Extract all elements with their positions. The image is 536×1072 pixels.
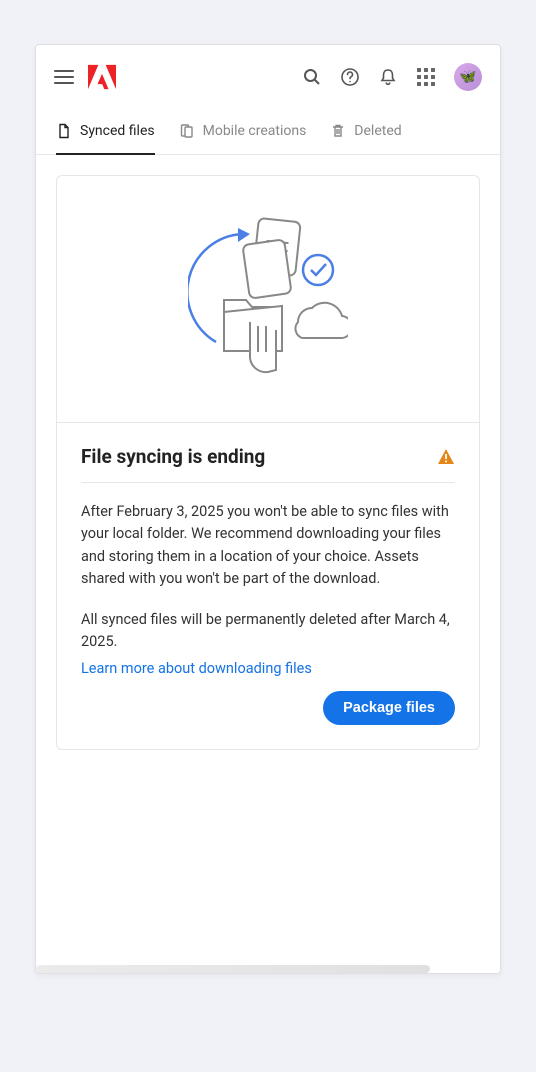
card-header: File syncing is ending (81, 445, 455, 483)
sync-illustration-icon (188, 212, 348, 382)
help-icon[interactable] (340, 67, 360, 87)
tab-synced-files[interactable]: Synced files (56, 109, 155, 155)
file-icon (56, 123, 72, 139)
trash-icon (330, 123, 346, 139)
tab-label: Deleted (354, 123, 401, 139)
notice-card: File syncing is ending After February 3,… (56, 175, 480, 750)
header-left (54, 64, 116, 90)
apps-grid-icon[interactable] (416, 67, 436, 87)
card-footer: Package files (81, 691, 455, 725)
warning-icon (437, 448, 455, 466)
adobe-logo-icon[interactable] (88, 64, 116, 90)
header-right (302, 63, 482, 91)
learn-more-link[interactable]: Learn more about downloading files (81, 660, 312, 677)
menu-icon[interactable] (54, 67, 74, 87)
app-container: Synced files Mobile creations Deleted (35, 44, 501, 974)
content: File syncing is ending After February 3,… (36, 155, 500, 770)
header (36, 45, 500, 109)
card-illustration (57, 176, 479, 423)
scrollbar[interactable] (36, 965, 430, 973)
tab-label: Mobile creations (203, 123, 307, 139)
card-body: File syncing is ending After February 3,… (57, 423, 479, 749)
package-files-button[interactable]: Package files (323, 691, 455, 725)
tabs: Synced files Mobile creations Deleted (36, 109, 500, 155)
search-icon[interactable] (302, 67, 322, 87)
avatar[interactable] (454, 63, 482, 91)
card-title: File syncing is ending (81, 445, 265, 468)
tab-deleted[interactable]: Deleted (330, 109, 401, 155)
card-paragraph-2: All synced files will be permanently del… (81, 609, 455, 654)
bell-icon[interactable] (378, 67, 398, 87)
mobile-icon (179, 123, 195, 139)
tab-label: Synced files (80, 123, 155, 139)
card-paragraph-1: After February 3, 2025 you won't be able… (81, 501, 455, 591)
tab-mobile-creations[interactable]: Mobile creations (179, 109, 307, 155)
